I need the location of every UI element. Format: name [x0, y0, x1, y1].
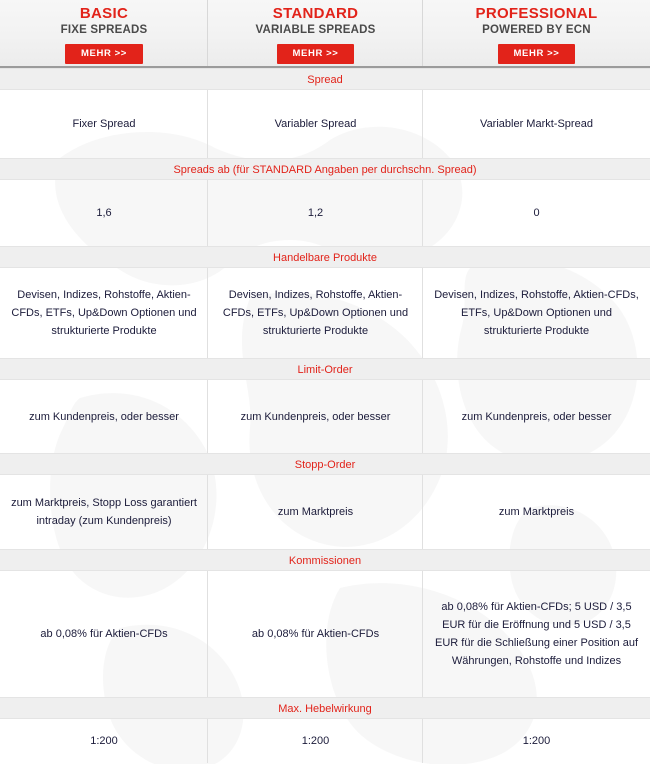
- table-row: Fixer Spread Variabler Spread Variabler …: [0, 90, 650, 158]
- account-comparison-table: BASIC FIXE SPREADS MEHR >> STANDARD VARI…: [0, 0, 650, 764]
- plan-subtitle-standard: VARIABLE SPREADS: [255, 24, 376, 36]
- cell-hebelwirkung-basic: 1:200: [0, 719, 208, 763]
- table-row: zum Kundenpreis, oder besser zum Kundenp…: [0, 380, 650, 453]
- section-header-max-hebelwirkung: Max. Hebelwirkung: [0, 697, 650, 719]
- table-row: Devisen, Indizes, Rohstoffe, Aktien-CFDs…: [0, 268, 650, 358]
- plan-title-basic: BASIC: [79, 5, 129, 22]
- cell-produkte-professional: Devisen, Indizes, Rohstoffe, Aktien-CFDs…: [434, 289, 639, 337]
- table-row: ab 0,08% für Aktien-CFDs ab 0,08% für Ak…: [0, 571, 650, 697]
- cell-produkte-standard: Devisen, Indizes, Rohstoffe, Aktien-CFDs…: [208, 268, 423, 358]
- plan-title-standard: STANDARD: [272, 5, 359, 22]
- cell-kommissionen-standard: ab 0,08% für Aktien-CFDs: [208, 571, 423, 697]
- cell-spreads-ab-professional: 0: [533, 207, 540, 219]
- cell-spreads-ab-standard: 1,2: [208, 180, 423, 246]
- cell-spread-basic: Fixer Spread: [0, 90, 208, 158]
- table-row: zum Marktpreis, Stopp Loss garantiert in…: [0, 475, 650, 549]
- plan-subtitle-professional: POWERED BY ECN: [482, 24, 591, 36]
- plan-header-row: BASIC FIXE SPREADS MEHR >> STANDARD VARI…: [0, 0, 650, 68]
- section-header-spreads-ab: Spreads ab (für STANDARD Angaben per dur…: [0, 158, 650, 180]
- cell-stopp-order-standard: zum Marktpreis: [208, 475, 423, 549]
- plan-header-professional: PROFESSIONAL POWERED BY ECN MEHR >>: [423, 0, 650, 66]
- plan-title-professional: PROFESSIONAL: [475, 5, 598, 22]
- plan-header-standard: STANDARD VARIABLE SPREADS MEHR >>: [208, 0, 423, 66]
- mehr-button-standard[interactable]: MEHR >>: [276, 44, 355, 64]
- mehr-button-basic[interactable]: MEHR >>: [65, 44, 143, 64]
- cell-stopp-order-professional: zum Marktpreis: [498, 506, 575, 518]
- table-row: 1:200 1:200 1:200: [0, 719, 650, 763]
- cell-hebelwirkung-professional: 1:200: [522, 735, 551, 747]
- cell-kommissionen-professional: ab 0,08% für Aktien-CFDs; 5 USD / 3,5 EU…: [435, 601, 638, 667]
- cell-limit-order-basic: zum Kundenpreis, oder besser: [0, 380, 208, 453]
- cell-limit-order-professional: zum Kundenpreis, oder besser: [461, 410, 612, 423]
- plan-subtitle-basic: FIXE SPREADS: [60, 24, 148, 36]
- cell-stopp-order-basic: zum Marktpreis, Stopp Loss garantiert in…: [0, 475, 208, 549]
- cell-limit-order-standard: zum Kundenpreis, oder besser: [208, 380, 423, 453]
- mehr-button-professional[interactable]: MEHR >>: [497, 44, 576, 64]
- cell-kommissionen-basic: ab 0,08% für Aktien-CFDs: [0, 571, 208, 697]
- cell-spread-professional: Variabler Markt-Spread: [480, 118, 593, 130]
- cell-produkte-basic: Devisen, Indizes, Rohstoffe, Aktien-CFDs…: [0, 268, 208, 358]
- cell-spreads-ab-basic: 1,6: [0, 180, 208, 246]
- table-row: 1,6 1,2 0: [0, 180, 650, 246]
- cell-spread-standard: Variabler Spread: [208, 90, 423, 158]
- section-header-stopp-order: Stopp-Order: [0, 453, 650, 475]
- section-header-limit-order: Limit-Order: [0, 358, 650, 380]
- cell-hebelwirkung-standard: 1:200: [208, 719, 423, 763]
- section-header-kommissionen: Kommissionen: [0, 549, 650, 571]
- section-header-spread: Spread: [0, 68, 650, 90]
- plan-header-basic: BASIC FIXE SPREADS MEHR >>: [0, 0, 208, 66]
- section-header-handelbare-produkte: Handelbare Produkte: [0, 246, 650, 268]
